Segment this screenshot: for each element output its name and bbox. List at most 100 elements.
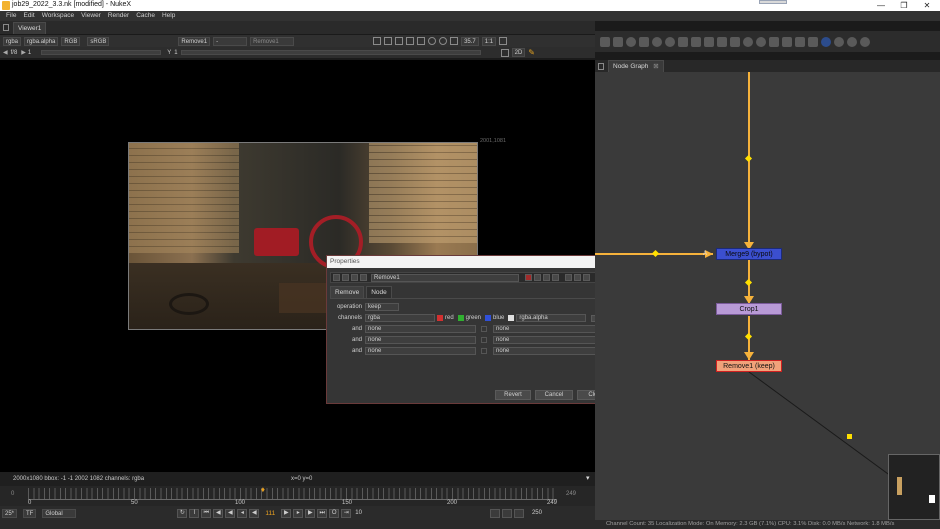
plugins-nodes-icon[interactable] bbox=[847, 36, 857, 47]
out-point-icon[interactable]: O bbox=[329, 508, 340, 518]
close-tab-icon[interactable]: ⊠ bbox=[653, 63, 658, 70]
step-back-button[interactable]: ◂ bbox=[237, 508, 248, 518]
undo-icon[interactable] bbox=[351, 274, 358, 281]
maximize-panel-icon[interactable] bbox=[574, 274, 581, 281]
proxy-icon[interactable] bbox=[439, 37, 448, 45]
and-checkbox[interactable] bbox=[481, 326, 487, 332]
alpha-channel-dropdown[interactable]: rgba.alpha bbox=[516, 314, 587, 322]
green-checkbox[interactable] bbox=[457, 315, 464, 321]
and-left-dropdown[interactable]: none bbox=[365, 336, 476, 344]
input-a-dropdown[interactable]: Remove1 bbox=[178, 36, 211, 46]
frame-increment-value[interactable]: 10 bbox=[355, 510, 362, 516]
minimize-button[interactable]: — bbox=[870, 0, 892, 11]
next-increment-button[interactable]: ▶ bbox=[305, 508, 316, 518]
render-icon[interactable] bbox=[501, 508, 512, 518]
guides-icon[interactable] bbox=[406, 37, 415, 45]
cancel-button[interactable]: Cancel bbox=[535, 390, 573, 400]
red-checkbox[interactable] bbox=[437, 315, 443, 321]
menu-cache[interactable]: Cache bbox=[136, 11, 155, 21]
redo-icon[interactable] bbox=[360, 274, 367, 281]
center-node-icon[interactable] bbox=[342, 274, 349, 281]
views-nodes-icon[interactable] bbox=[756, 36, 766, 47]
and-right-dropdown[interactable]: none bbox=[493, 347, 604, 355]
alpha-checkbox[interactable] bbox=[508, 315, 515, 321]
remove1-node[interactable]: Remove1 (keep) bbox=[716, 360, 782, 372]
other-nodes-icon[interactable] bbox=[795, 36, 805, 47]
cara-vr-nodes-icon[interactable] bbox=[834, 36, 844, 47]
alpha-dropdown[interactable]: rgba.alpha bbox=[24, 36, 59, 46]
3d-nodes-icon[interactable] bbox=[717, 36, 727, 47]
operation-dropdown[interactable]: keep bbox=[365, 303, 399, 311]
revert-button[interactable]: Revert bbox=[495, 390, 531, 400]
gain-value[interactable]: 1 bbox=[28, 50, 31, 56]
revert-knobs-icon[interactable] bbox=[543, 274, 550, 281]
info-expand-icon[interactable]: ▾ bbox=[586, 474, 590, 482]
help-icon[interactable] bbox=[565, 274, 572, 281]
settings-nodes-icon[interactable] bbox=[860, 36, 870, 47]
tab-remove[interactable]: Remove bbox=[330, 286, 365, 298]
channels-dropdown[interactable]: rgba bbox=[365, 314, 435, 322]
menu-render[interactable]: Render bbox=[108, 11, 129, 21]
end-frame-field[interactable]: 250 bbox=[532, 510, 542, 516]
float-panel-icon[interactable] bbox=[552, 274, 559, 281]
crop1-node[interactable]: Crop1 bbox=[716, 303, 782, 315]
view-mode-dropdown[interactable]: 2D bbox=[511, 48, 526, 57]
cache-icon[interactable] bbox=[513, 508, 524, 518]
node-tile-color-icon[interactable] bbox=[534, 274, 541, 281]
pause-icon[interactable] bbox=[450, 37, 459, 45]
and-checkbox[interactable] bbox=[481, 337, 487, 343]
in-point-icon[interactable]: I bbox=[189, 508, 200, 518]
pane-menu-icon[interactable] bbox=[598, 62, 604, 70]
menu-workspace[interactable]: Workspace bbox=[42, 11, 74, 21]
image-nodes-icon[interactable] bbox=[600, 36, 610, 47]
pipe-dot[interactable] bbox=[847, 434, 852, 439]
metadata-nodes-icon[interactable] bbox=[769, 36, 779, 47]
gain-slider[interactable] bbox=[41, 50, 162, 55]
viewer-settings-icon[interactable] bbox=[499, 37, 508, 45]
blue-checkbox[interactable] bbox=[485, 315, 492, 321]
keyer-nodes-icon[interactable] bbox=[678, 36, 688, 47]
step-forward-button[interactable]: ▸ bbox=[293, 508, 304, 518]
maximize-button[interactable]: ❐ bbox=[893, 0, 915, 11]
compare-dropdown[interactable]: - bbox=[213, 36, 248, 46]
roi-icon[interactable] bbox=[373, 37, 382, 45]
viewer-lock-icon[interactable] bbox=[500, 48, 509, 57]
channel-nodes-icon[interactable] bbox=[639, 36, 649, 47]
arrow-left-icon[interactable]: ◀ bbox=[3, 49, 8, 56]
display-mode-dropdown[interactable]: RGB bbox=[61, 36, 81, 46]
timeline[interactable]: 0 249 0 50 100 150 200 249 ♦ bbox=[0, 486, 595, 506]
merge9-node[interactable]: Merge9 (bypot) bbox=[716, 248, 782, 260]
and-left-dropdown[interactable]: none bbox=[365, 325, 476, 333]
menu-edit[interactable]: Edit bbox=[23, 11, 34, 21]
ratio-dropdown[interactable]: 1:1 bbox=[481, 36, 497, 46]
channels-dropdown[interactable]: rgba bbox=[3, 36, 22, 46]
safe-area-icon[interactable] bbox=[384, 37, 393, 45]
first-frame-button[interactable]: ⏮ bbox=[201, 508, 212, 518]
tab-viewer1[interactable]: Viewer1 bbox=[13, 21, 47, 34]
play-forward-button[interactable]: ▶ bbox=[281, 508, 292, 518]
pipe-dot[interactable] bbox=[744, 154, 753, 163]
clip-warning-icon[interactable] bbox=[417, 37, 426, 45]
and-left-dropdown[interactable]: none bbox=[365, 347, 476, 355]
transform-nodes-icon[interactable] bbox=[704, 36, 714, 47]
toolsets-icon[interactable] bbox=[782, 36, 792, 47]
lut-dropdown[interactable]: sRGB bbox=[87, 36, 110, 46]
refresh-icon[interactable] bbox=[428, 37, 437, 45]
timeline-track[interactable] bbox=[28, 488, 557, 500]
draw-nodes-icon[interactable] bbox=[613, 36, 623, 47]
gamma-slider[interactable] bbox=[180, 50, 481, 55]
gamma-value[interactable]: 1 bbox=[174, 50, 177, 56]
previous-keyframe-button[interactable]: ◀ bbox=[213, 508, 224, 518]
menu-viewer[interactable]: Viewer bbox=[81, 11, 101, 21]
play-backward-button[interactable]: ◀ bbox=[249, 508, 260, 518]
playhead-marker[interactable]: ♦ bbox=[261, 486, 267, 496]
paint-brush-icon[interactable]: ✎ bbox=[528, 48, 535, 57]
previous-increment-button[interactable]: ◀ bbox=[225, 508, 236, 518]
arrow-right-icon[interactable]: ▶ bbox=[21, 49, 26, 56]
close-window-button[interactable]: ✕ bbox=[916, 0, 938, 11]
menu-help[interactable]: Help bbox=[162, 11, 175, 21]
close-panel-icon[interactable] bbox=[583, 274, 590, 281]
last-frame-button[interactable]: ⏭ bbox=[317, 508, 328, 518]
frame-range-scope-dropdown[interactable]: Global bbox=[42, 508, 77, 518]
collapse-icon[interactable] bbox=[333, 274, 340, 281]
